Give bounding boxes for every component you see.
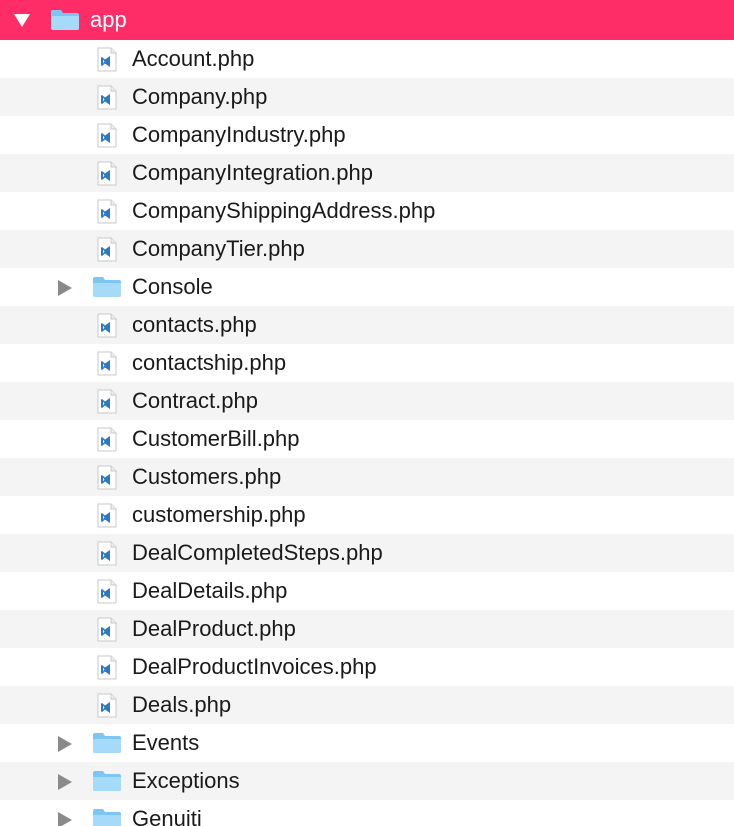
file-name: CompanyIndustry.php (132, 122, 346, 147)
folder-name: Console (132, 274, 213, 299)
tree-row-file[interactable]: DealDetails.php (0, 572, 734, 610)
vscode-php-file-icon (97, 541, 117, 566)
file-name: Company.php (132, 84, 268, 109)
vscode-php-file-icon (97, 579, 117, 604)
disclosure-collapsed-icon[interactable] (58, 812, 72, 826)
vscode-php-file-icon (97, 47, 117, 72)
disclosure-collapsed-icon[interactable] (58, 280, 72, 296)
file-name: Account.php (132, 46, 255, 71)
vscode-php-file-icon (97, 123, 117, 148)
disclosure-expanded-icon[interactable] (14, 14, 30, 27)
tree-row-file[interactable]: CompanyShippingAddress.php (0, 192, 734, 230)
file-name: Contract.php (132, 388, 258, 413)
disclosure-collapsed-icon[interactable] (58, 736, 72, 752)
file-name: Deals.php (132, 692, 232, 717)
file-name: DealProductInvoices.php (132, 654, 377, 679)
tree-row-file[interactable]: contacts.php (0, 306, 734, 344)
file-name: customership.php (132, 502, 306, 527)
tree-row-file[interactable]: DealProductInvoices.php (0, 648, 734, 686)
file-name: CompanyShippingAddress.php (132, 198, 436, 223)
vscode-php-file-icon (97, 351, 117, 376)
vscode-php-file-icon (97, 693, 117, 718)
file-name: Customers.php (132, 464, 282, 489)
tree-row-folder[interactable]: Events (0, 724, 734, 762)
tree-row-folder[interactable]: Genuiti (0, 800, 734, 826)
tree-row-file[interactable]: CompanyIndustry.php (0, 116, 734, 154)
file-name: CompanyIntegration.php (132, 160, 373, 185)
tree-row-file[interactable]: CompanyTier.php (0, 230, 734, 268)
folder-icon (92, 770, 122, 792)
disclosure-collapsed-icon[interactable] (58, 774, 72, 790)
vscode-php-file-icon (97, 199, 117, 224)
file-name: DealProduct.php (132, 616, 296, 641)
tree-row-file[interactable]: DealProduct.php (0, 610, 734, 648)
vscode-php-file-icon (97, 427, 117, 452)
tree-row-file[interactable]: CompanyIntegration.php (0, 154, 734, 192)
file-tree: app Account.php Company.php CompanyIndustr… (0, 0, 734, 826)
folder-name: Events (132, 730, 200, 755)
vscode-php-file-icon (97, 313, 117, 338)
file-name: CompanyTier.php (132, 236, 305, 261)
tree-row-file[interactable]: Company.php (0, 78, 734, 116)
vscode-php-file-icon (97, 85, 117, 110)
root-folder-label: app (90, 7, 127, 32)
tree-row-root-folder[interactable]: app (0, 0, 734, 40)
tree-row-file[interactable]: Account.php (0, 40, 734, 78)
vscode-php-file-icon (97, 237, 117, 262)
file-name: CustomerBill.php (132, 426, 300, 451)
tree-row-file[interactable]: Deals.php (0, 686, 734, 724)
tree-row-file[interactable]: Customers.php (0, 458, 734, 496)
file-name: DealCompletedSteps.php (132, 540, 383, 565)
vscode-php-file-icon (97, 389, 117, 414)
tree-row-folder[interactable]: Console (0, 268, 734, 306)
folder-icon (92, 732, 122, 754)
tree-row-file[interactable]: Contract.php (0, 382, 734, 420)
vscode-php-file-icon (97, 465, 117, 490)
folder-name: Genuiti (132, 806, 202, 826)
tree-row-file[interactable]: CustomerBill.php (0, 420, 734, 458)
vscode-php-file-icon (97, 655, 117, 680)
folder-icon (92, 276, 122, 298)
file-name: DealDetails.php (132, 578, 288, 603)
tree-rows: Account.php Company.php CompanyIndustry.ph… (0, 40, 734, 826)
tree-row-file[interactable]: customership.php (0, 496, 734, 534)
vscode-php-file-icon (97, 161, 117, 186)
file-name: contacts.php (132, 312, 257, 337)
folder-icon (92, 808, 122, 826)
tree-row-file[interactable]: contactship.php (0, 344, 734, 382)
vscode-php-file-icon (97, 503, 117, 528)
folder-icon (50, 9, 80, 31)
vscode-php-file-icon (97, 617, 117, 642)
tree-row-file[interactable]: DealCompletedSteps.php (0, 534, 734, 572)
folder-name: Exceptions (132, 768, 240, 793)
tree-row-folder[interactable]: Exceptions (0, 762, 734, 800)
file-name: contactship.php (132, 350, 287, 375)
